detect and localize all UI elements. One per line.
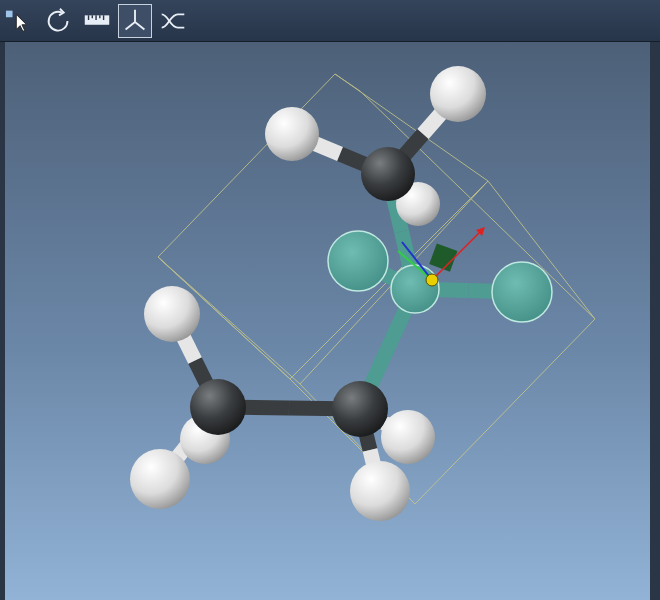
rotate-tool[interactable] <box>42 4 76 38</box>
molecule-viewer <box>0 0 660 600</box>
selection-box <box>158 74 595 504</box>
carbon-atom[interactable] <box>361 147 415 201</box>
toolbar <box>0 0 660 42</box>
manipulate-icon <box>119 4 151 38</box>
fluorine-atom[interactable] <box>328 231 388 291</box>
hydrogen-atom[interactable] <box>381 410 435 464</box>
measure-icon <box>81 4 113 38</box>
manipulator-gizmo[interactable] <box>398 227 485 286</box>
hydrogen-atom[interactable] <box>430 66 486 122</box>
fluorine-atom[interactable] <box>492 262 552 322</box>
hydrogen-atom[interactable] <box>130 449 190 509</box>
hydrogen-atom[interactable] <box>265 107 319 161</box>
manipulate-tool[interactable] <box>118 4 152 38</box>
viewport[interactable] <box>5 42 650 600</box>
viewport-frame <box>0 42 660 600</box>
molecule-scene[interactable] <box>5 42 650 600</box>
bond-rotate-tool[interactable] <box>156 4 190 38</box>
measure-tool[interactable] <box>80 4 114 38</box>
hydrogen-atom[interactable] <box>144 286 200 342</box>
atoms <box>130 66 552 521</box>
select-icon <box>5 4 37 38</box>
carbon-atom[interactable] <box>190 379 246 435</box>
carbon-atom[interactable] <box>332 381 388 437</box>
carbon-atom[interactable] <box>391 265 439 313</box>
rotate-icon <box>43 4 75 38</box>
hydrogen-atom[interactable] <box>350 461 410 521</box>
bonds <box>160 94 522 491</box>
bond-rotate-icon <box>157 4 189 38</box>
select-tool[interactable] <box>4 4 38 38</box>
